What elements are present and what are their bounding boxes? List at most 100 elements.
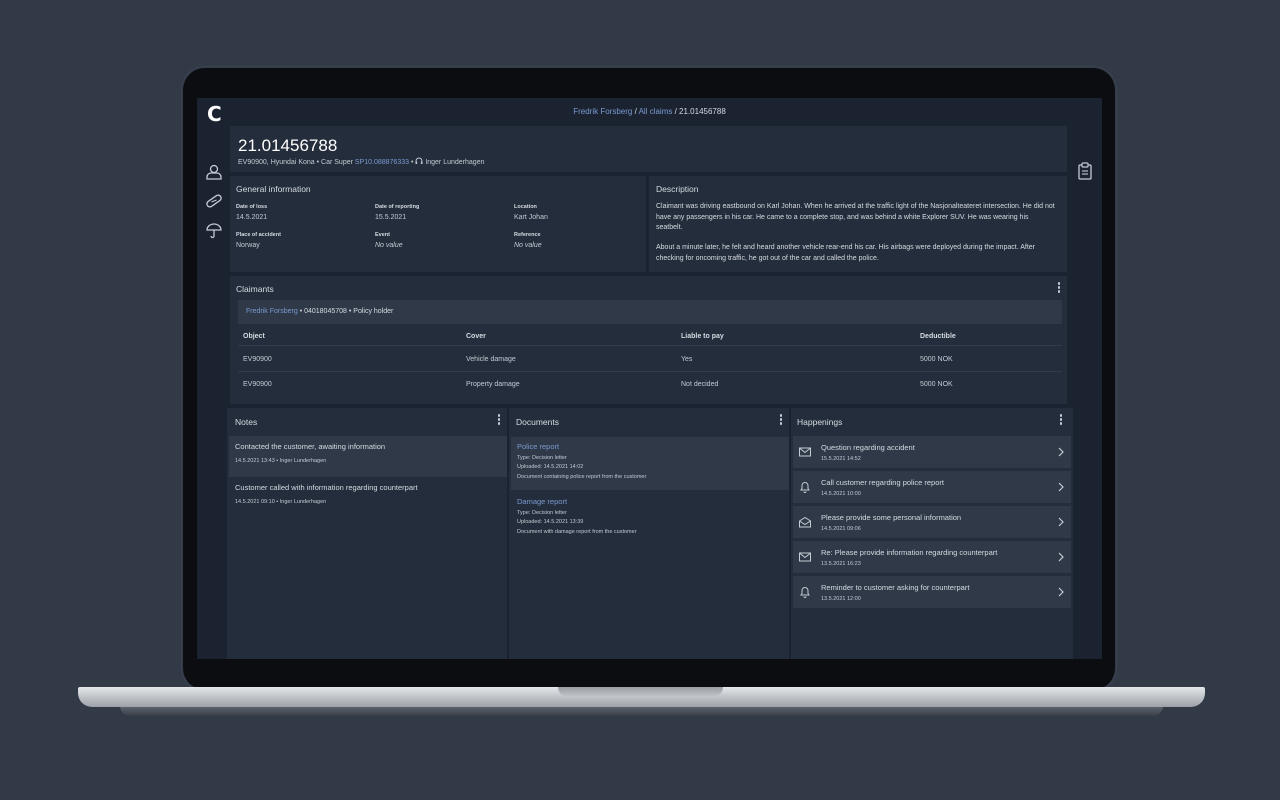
clipboard-icon[interactable] — [1077, 162, 1093, 180]
happening-title: Question regarding accident — [821, 443, 915, 452]
left-nav-rail: C — [197, 98, 227, 659]
happening-date: 13.5.2021 16:23 — [821, 561, 861, 567]
happening-title: Re: Please provide information regarding… — [821, 548, 998, 557]
claimant-row[interactable]: Fredrik Forsberg • 04018045708 • Policy … — [238, 300, 1062, 324]
document-type: Type: Decision letter — [517, 455, 567, 461]
claim-handler: Inger Lunderhagen — [425, 159, 485, 166]
note-date: 14.5.2021 13:43 — [235, 458, 275, 464]
table-cell: Vehicle damage — [466, 356, 516, 363]
document-title-link[interactable]: Damage report — [517, 497, 783, 506]
field-value: 14.5.2021 — [236, 214, 268, 221]
happening-title: Please provide some personal information — [821, 513, 962, 522]
document-type: Type: Decision letter — [517, 510, 567, 516]
breadcrumb: Fredrik Forsberg / All claims / 21.01456… — [197, 107, 1102, 116]
field-reference: Reference No value — [514, 232, 542, 249]
bell-icon — [800, 482, 810, 493]
table-cell: Yes — [681, 356, 693, 363]
field-value: No value — [514, 242, 542, 249]
panel-title: Description — [656, 184, 699, 194]
note-author: Inger Lunderhagen — [279, 458, 327, 464]
document-item[interactable]: Damage report Type: Decision letter Uplo… — [511, 492, 789, 545]
claimants-more-icon[interactable] — [1057, 282, 1061, 294]
right-rail — [1068, 98, 1102, 659]
person-icon[interactable] — [205, 163, 223, 181]
field-value: 15.5.2021 — [375, 214, 407, 221]
field-value: Kart Johan — [514, 214, 548, 221]
documents-more-icon[interactable] — [779, 414, 783, 426]
note-text: Contacted the customer, awaiting informa… — [235, 442, 386, 451]
note-date: 14.5.2021 09:10 — [235, 499, 275, 505]
field-label: Reference — [514, 232, 541, 238]
field-date-of-loss: Date of loss 14.5.2021 — [236, 204, 267, 221]
description-paragraph-2: About a minute later, he felt and heard … — [656, 244, 1035, 262]
laptop-base-shadow — [120, 706, 1163, 716]
chevron-right-icon — [1058, 482, 1064, 492]
panel-title: Documents — [516, 417, 559, 427]
umbrella-icon[interactable] — [205, 222, 223, 240]
note-text: Customer called with information regardi… — [235, 483, 418, 492]
column-header-liable: Liable to pay — [681, 333, 724, 340]
mail-icon — [799, 447, 811, 457]
laptop-notch — [558, 687, 723, 697]
mail-open-icon — [799, 516, 811, 528]
field-place-of-accident: Place of accident Norway — [236, 232, 281, 249]
chevron-right-icon — [1058, 517, 1064, 527]
claim-summary: EV90900, Hyundai Kona • Car Super SP10.0… — [238, 157, 484, 166]
panel-title: General information — [236, 184, 311, 194]
document-title-link[interactable]: Police report — [517, 442, 783, 451]
table-cell: EV90900 — [243, 381, 272, 388]
claim-vehicle: EV90900, Hyundai Kona — [238, 159, 315, 166]
field-location: Location Kart Johan — [514, 204, 548, 221]
document-item[interactable]: Police report Type: Decision letter Uplo… — [511, 437, 789, 490]
note-item[interactable]: Contacted the customer, awaiting informa… — [229, 436, 507, 477]
claim-policy-link[interactable]: SP10.088876333 — [355, 159, 409, 166]
field-date-of-reporting: Date of reporting 15.5.2021 — [375, 204, 419, 221]
chevron-right-icon — [1058, 552, 1064, 562]
claimant-id: 04018045708 — [304, 308, 347, 315]
field-value: No value — [375, 242, 403, 249]
panel-title: Claimants — [236, 284, 274, 294]
happening-item[interactable]: Please provide some personal information… — [793, 506, 1071, 538]
panel-title: Happenings — [797, 417, 843, 427]
table-cell: 5000 NOK — [920, 381, 953, 388]
happening-item[interactable]: Reminder to customer asking for counterp… — [793, 576, 1071, 608]
note-meta: 14.5.2021 13:43 • Inger Lunderhagen — [235, 458, 327, 464]
happenings-more-icon[interactable] — [1059, 414, 1063, 426]
description-paragraph-1: Claimant was driving eastbound on Karl J… — [656, 203, 1055, 231]
happening-item[interactable]: Question regarding accident 15.5.2021 14… — [793, 436, 1071, 468]
chevron-right-icon — [1058, 447, 1064, 457]
happening-item[interactable]: Call customer regarding police report 14… — [793, 471, 1071, 503]
claimant-name-link[interactable]: Fredrik Forsberg — [246, 308, 298, 315]
panel-title: Notes — [235, 417, 258, 427]
documents-panel: Documents Police report Type: Decision l… — [509, 408, 789, 659]
happening-date: 14.5.2021 10:00 — [821, 491, 861, 497]
claimants-panel: Claimants Fredrik Forsberg • 04018045708… — [230, 276, 1067, 404]
document-description: Document with damage report from the cus… — [517, 529, 637, 535]
page-title: 21.01456788 — [238, 136, 338, 155]
document-description: Document containing police report from t… — [517, 474, 647, 480]
divider — [238, 345, 1062, 346]
divider — [238, 371, 1062, 372]
happening-date: 13.5.2021 12:00 — [821, 596, 861, 602]
breadcrumb-current: 21.01456788 — [679, 107, 726, 116]
breadcrumb-all-claims[interactable]: All claims — [639, 107, 673, 116]
field-label: Place of accident — [236, 232, 281, 238]
note-item[interactable]: Customer called with information regardi… — [229, 477, 507, 518]
column-header-cover: Cover — [466, 333, 486, 340]
note-author: Inger Lunderhagen — [279, 499, 327, 505]
description-panel: Description Claimant was driving eastbou… — [649, 176, 1067, 272]
note-meta: 14.5.2021 09:10 • Inger Lunderhagen — [235, 499, 327, 505]
bandage-icon[interactable] — [205, 192, 223, 210]
happenings-panel: Happenings Question regarding accident 1… — [791, 408, 1073, 659]
notes-more-icon[interactable] — [497, 414, 501, 426]
table-cell: 5000 NOK — [920, 356, 953, 363]
field-label: Date of reporting — [375, 204, 420, 210]
document-uploaded: Uploaded: 14.5.2021 13:39 — [517, 518, 584, 525]
breadcrumb-customer[interactable]: Fredrik Forsberg — [573, 107, 632, 116]
happening-item[interactable]: Re: Please provide information regarding… — [793, 541, 1071, 573]
chevron-right-icon — [1058, 587, 1064, 597]
notes-panel: Notes Contacted the customer, awaiting i… — [227, 408, 507, 659]
happening-title: Call customer regarding police report — [821, 478, 944, 487]
claim-header: 21.01456788 EV90900, Hyundai Kona • Car … — [230, 126, 1067, 172]
mail-icon — [799, 552, 811, 562]
